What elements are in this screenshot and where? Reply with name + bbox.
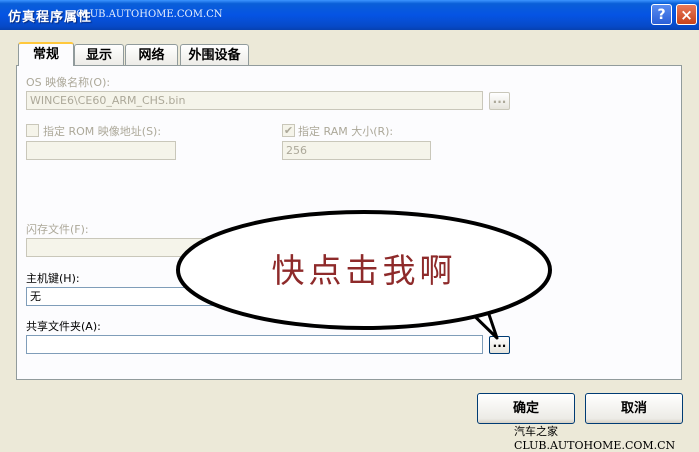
- tab-general[interactable]: 常规: [18, 42, 74, 66]
- callout-bubble: [176, 210, 552, 340]
- watermark-bottom: 汽车之家 CLUB.AUTOHOME.COM.CN: [514, 425, 676, 452]
- callout-text: 快点击我啊: [271, 251, 457, 290]
- cancel-button[interactable]: 取消: [585, 393, 683, 424]
- ok-button[interactable]: 确定: [477, 393, 575, 424]
